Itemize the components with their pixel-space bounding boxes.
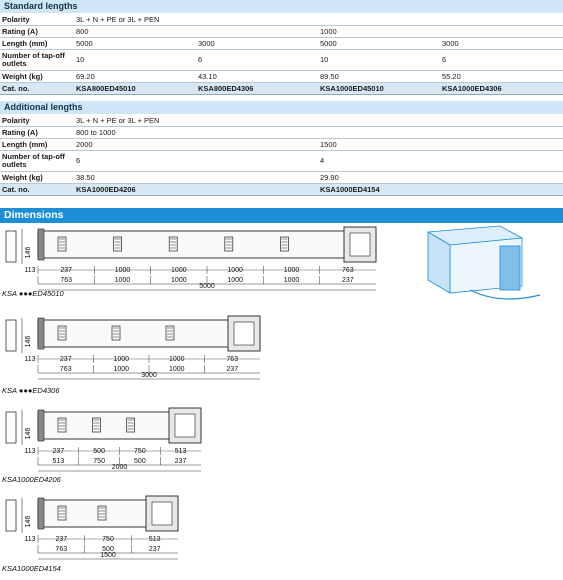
drawing-caption: KSA1000ED4154	[2, 564, 61, 573]
bottom-dim-label: 237	[175, 458, 187, 465]
side-view	[5, 411, 17, 444]
height-dim-label: 146	[25, 336, 32, 348]
total-dim-label: 3000	[141, 372, 157, 379]
bottom-dim-label: 1000	[284, 277, 300, 284]
side-dim-label: 113	[24, 267, 35, 274]
bottom-dim-label: 1000	[227, 277, 243, 284]
top-dim-label: 237	[53, 448, 65, 455]
drawing-caption: KSA ●●●ED4306	[2, 386, 60, 395]
bottom-dim-label: 1000	[171, 277, 187, 284]
top-dim-label: 763	[342, 267, 354, 274]
top-dim-label: 1000	[169, 356, 185, 363]
side-view	[5, 499, 17, 532]
bottom-dim-label: 1000	[113, 366, 129, 373]
busbar-body	[37, 230, 377, 259]
top-dim-label: 763	[226, 356, 238, 363]
junction-plate	[349, 232, 371, 257]
top-dim-label: 513	[149, 536, 161, 543]
total-dim-label: 2000	[112, 464, 128, 471]
end-flange	[37, 317, 45, 350]
bottom-dim-label: 763	[60, 277, 72, 284]
side-view	[5, 319, 17, 352]
bottom-dim-label: 500	[134, 458, 146, 465]
bottom-dim-label: 1000	[115, 277, 131, 284]
top-dim-label: 1000	[171, 267, 187, 274]
top-dim-label: 1000	[113, 356, 129, 363]
top-dim-label: 750	[102, 536, 114, 543]
bottom-dim-label: 237	[342, 277, 354, 284]
drawing-caption: KSA ●●●ED45010	[2, 289, 64, 298]
top-dim-label: 513	[175, 448, 187, 455]
junction-plate	[233, 321, 255, 346]
bottom-dim-label: 763	[60, 366, 72, 373]
dimension-drawings: 146 113 237 1000 1000 1000 1000 763 763 1000 1000 1…	[5, 225, 541, 560]
junction-plate	[151, 501, 173, 526]
height-dim-label: 146	[25, 516, 32, 528]
top-dim-label: 500	[93, 448, 105, 455]
top-dim-label: 1000	[115, 267, 131, 274]
isometric-view	[469, 289, 541, 300]
bottom-dim-label: 237	[149, 546, 161, 553]
top-dim-label: 750	[134, 448, 146, 455]
isometric-view	[499, 245, 521, 291]
busbar-body	[37, 319, 261, 348]
top-dim-label: 237	[60, 267, 72, 274]
bottom-dim-label: 513	[53, 458, 65, 465]
total-dim-label: 1500	[100, 552, 116, 559]
drawing-caption: KSA1000ED4206	[2, 475, 61, 484]
height-dim-label: 146	[25, 428, 32, 440]
total-dim-label: 5000	[199, 283, 215, 290]
bottom-dim-label: 237	[226, 366, 238, 373]
top-dim-label: 237	[55, 536, 67, 543]
side-dim-label: 113	[24, 448, 35, 455]
side-dim-label: 113	[24, 536, 35, 543]
top-dim-label: 237	[60, 356, 72, 363]
side-dim-label: 113	[24, 356, 35, 363]
end-flange	[37, 228, 45, 261]
end-flange	[37, 409, 45, 442]
junction-plate	[174, 413, 196, 438]
bottom-dim-label: 1000	[169, 366, 185, 373]
bottom-dim-label: 750	[93, 458, 105, 465]
top-dim-label: 1000	[284, 267, 300, 274]
end-flange	[37, 497, 45, 530]
height-dim-label: 146	[25, 247, 32, 259]
side-view	[5, 230, 17, 263]
top-dim-label: 1000	[227, 267, 243, 274]
bottom-dim-label: 763	[55, 546, 67, 553]
